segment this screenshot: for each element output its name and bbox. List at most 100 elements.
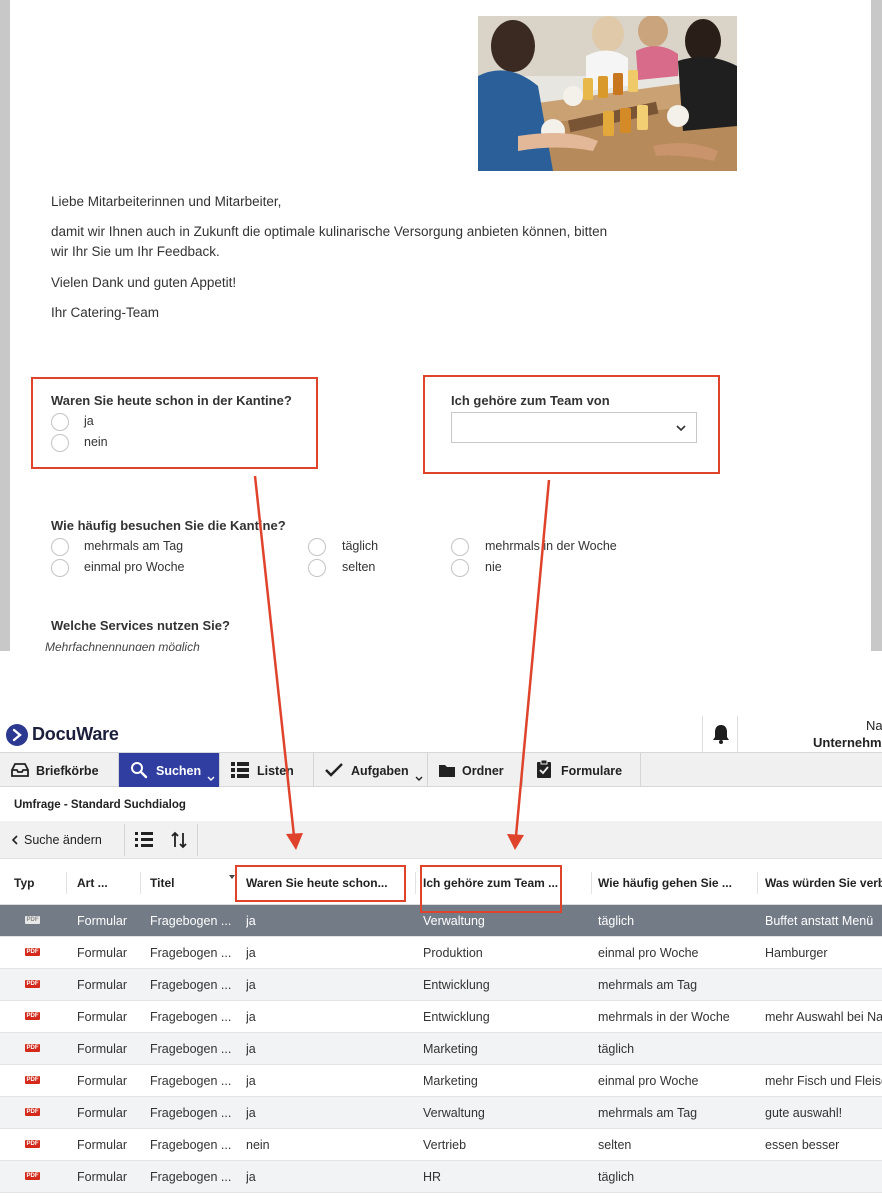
radio-ja[interactable] [51, 413, 69, 431]
cell-titel: Fragebogen ... [150, 1138, 232, 1152]
cell-team: Verwaltung [423, 914, 485, 928]
chevron-down-icon [415, 776, 423, 781]
cell-art: Formular [77, 978, 128, 992]
cell-art: Formular [77, 1010, 128, 1024]
cell-visited: ja [246, 1010, 256, 1024]
radio-selten[interactable] [308, 559, 326, 577]
column-frequency[interactable]: Wie häufig gehen Sie ... [598, 876, 753, 890]
team-select[interactable] [451, 412, 697, 443]
table-row[interactable]: PDF Formular Fragebogen ... ja Verwaltun… [0, 905, 882, 937]
nav-ordner[interactable]: Ordner [428, 753, 523, 787]
greeting-text: Liebe Mitarbeiterinnen und Mitarbeiter, [51, 194, 282, 209]
main-navigation: Briefkörbe Suchen Listen Aufgaben Ordner [0, 752, 882, 787]
column-separator[interactable] [757, 872, 758, 894]
user-company[interactable]: Unternehm [813, 735, 882, 750]
column-separator[interactable] [140, 872, 141, 894]
intro-line-1: damit wir Ihnen auch in Zukunft die opti… [51, 224, 608, 239]
cell-frequency: mehrmals am Tag [598, 978, 698, 992]
radio-nein-label: nein [84, 435, 108, 449]
column-separator[interactable] [66, 872, 67, 894]
cell-art: Formular [77, 914, 128, 928]
pdf-icon: PDF [25, 1076, 40, 1084]
signature-text: Ihr Catering-Team [51, 305, 160, 320]
pdf-icon: PDF [25, 980, 40, 988]
pdf-icon: PDF [25, 1172, 40, 1180]
cell-visited: ja [246, 1042, 256, 1056]
radio-einmal-pro-woche[interactable] [51, 559, 69, 577]
sort-icon[interactable] [171, 831, 187, 849]
radio-taeglich[interactable] [308, 538, 326, 556]
cell-art: Formular [77, 1106, 128, 1120]
column-visited[interactable]: Waren Sie heute schon... [246, 876, 406, 890]
pdf-icon: PDF [25, 916, 40, 924]
breadcrumb: Umfrage - Standard Suchdialog [14, 799, 186, 811]
columns-icon[interactable] [134, 831, 154, 849]
table-row[interactable]: PDF Formular Fragebogen ... nein Vertrie… [0, 1129, 882, 1161]
cell-frequency: täglich [598, 1042, 635, 1056]
cell-frequency: mehrmals in der Woche [598, 1010, 730, 1024]
user-name[interactable]: Na [866, 718, 882, 733]
pdf-icon: PDF [25, 1012, 40, 1020]
table-row[interactable]: PDF Formular Fragebogen ... ja Marketing… [0, 1033, 882, 1065]
table-row[interactable]: PDF Formular Fragebogen ... ja Entwicklu… [0, 969, 882, 1001]
nav-aufgaben[interactable]: Aufgaben [314, 753, 428, 787]
toolbar-separator [197, 824, 198, 856]
cell-visited: ja [246, 914, 256, 928]
nav-suchen[interactable]: Suchen [119, 753, 220, 787]
column-typ[interactable]: Typ [14, 876, 64, 890]
cell-wishes: essen besser [765, 1138, 840, 1152]
thanks-text: Vielen Dank und guten Appetit! [51, 275, 237, 290]
column-separator[interactable] [415, 872, 416, 894]
cell-frequency: einmal pro Woche [598, 946, 699, 960]
nav-formulare[interactable]: Formulare [523, 753, 641, 787]
cell-titel: Fragebogen ... [150, 946, 232, 960]
cell-titel: Fragebogen ... [150, 1074, 232, 1088]
bell-icon [713, 725, 729, 744]
column-titel[interactable]: Titel [150, 876, 220, 890]
cell-titel: Fragebogen ... [150, 1042, 232, 1056]
cell-team: Vertrieb [423, 1138, 467, 1152]
nav-listen-label: Listen [257, 764, 294, 778]
cell-visited: ja [246, 1074, 256, 1088]
table-row[interactable]: PDF Formular Fragebogen ... ja Entwicklu… [0, 1001, 882, 1033]
radio-mehrmals-in-der-woche[interactable] [451, 538, 469, 556]
column-team[interactable]: Ich gehöre zum Team ... [423, 876, 583, 890]
notifications-button[interactable] [702, 716, 738, 752]
radio-nie[interactable] [451, 559, 469, 577]
nav-briefkoerbe[interactable]: Briefkörbe [0, 753, 119, 787]
radio-mehrmals-am-tag-label: mehrmals am Tag [84, 539, 184, 553]
form-page: Liebe Mitarbeiterinnen und Mitarbeiter, … [10, 0, 871, 651]
results-table-header: Typ Art ... Titel Waren Sie heute schon.… [0, 860, 882, 905]
column-wishes[interactable]: Was würden Sie verb [765, 876, 882, 890]
nav-formulare-label: Formulare [561, 764, 623, 778]
cell-wishes: mehr Fisch und Fleisc [765, 1074, 882, 1088]
table-row[interactable]: PDF Formular Fragebogen ... ja HR täglic… [0, 1161, 882, 1193]
cell-frequency: täglich [598, 914, 635, 928]
cell-team: Entwicklung [423, 978, 490, 992]
column-art[interactable]: Art ... [77, 876, 135, 890]
radio-ja-label: ja [84, 414, 94, 428]
nav-ordner-label: Ordner [462, 764, 504, 778]
cell-frequency: mehrmals am Tag [598, 1106, 698, 1120]
docuware-logo-icon [6, 724, 28, 746]
radio-taeglich-label: täglich [342, 539, 379, 553]
nav-listen[interactable]: Listen [220, 753, 314, 787]
table-row[interactable]: PDF Formular Fragebogen ... ja Produktio… [0, 937, 882, 969]
radio-nein[interactable] [51, 434, 69, 452]
column-separator[interactable] [236, 872, 237, 894]
cell-visited: nein [246, 1138, 270, 1152]
cell-wishes: gute auswahl! [765, 1106, 843, 1120]
cell-visited: ja [246, 1170, 256, 1184]
canteen-photo [478, 16, 737, 171]
cell-titel: Fragebogen ... [150, 1106, 232, 1120]
radio-mehrmals-am-tag[interactable] [51, 538, 69, 556]
back-to-search-button[interactable]: Suche ändern [24, 833, 102, 847]
table-row[interactable]: PDF Formular Fragebogen ... ja Verwaltun… [0, 1097, 882, 1129]
result-toolbar: Suche ändern [0, 821, 882, 859]
chevron-left-icon [11, 835, 18, 845]
question-visited-label: Waren Sie heute schon in der Kantine? [51, 393, 292, 408]
cell-art: Formular [77, 1170, 128, 1184]
column-separator[interactable] [591, 872, 592, 894]
table-row[interactable]: PDF Formular Fragebogen ... ja Marketing… [0, 1065, 882, 1097]
cell-titel: Fragebogen ... [150, 1010, 232, 1024]
